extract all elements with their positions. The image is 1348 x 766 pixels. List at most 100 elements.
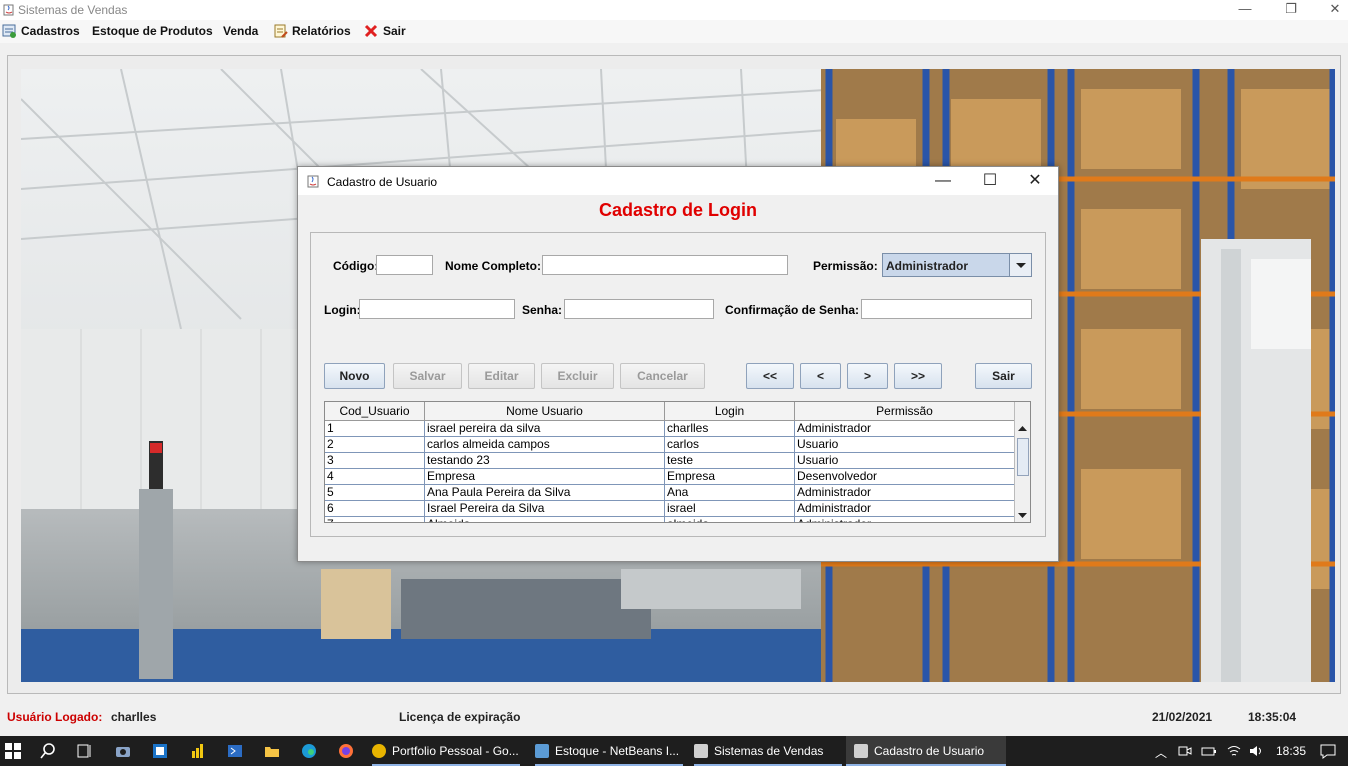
permissao-select[interactable]: Administrador [882, 253, 1032, 277]
scroll-down-icon[interactable] [1015, 508, 1030, 522]
cell-permissao[interactable]: Usuario [795, 453, 1015, 469]
table-row[interactable]: 6 Israel Pereira da Silva israel Administra… [325, 501, 1015, 517]
dialog-maximize-button[interactable]: ☐ [975, 171, 1005, 193]
senha-input[interactable] [564, 299, 714, 319]
cell-login[interactable]: Empresa [665, 469, 795, 485]
cell-cod[interactable]: 3 [325, 453, 425, 469]
menu-sair[interactable]: Sair [364, 23, 406, 41]
nome-label: Nome Completo: [445, 259, 541, 273]
cell-cod[interactable]: 1 [325, 421, 425, 437]
firefox-icon[interactable] [338, 743, 354, 759]
sair-button[interactable]: Sair [975, 363, 1032, 389]
dialog-minimize-button[interactable]: — [928, 171, 958, 193]
taskbar-item-chrome[interactable]: Portfolio Pessoal - Go... [372, 736, 520, 766]
cell-permissao[interactable]: Desenvolvedor [795, 469, 1015, 485]
cancelar-button[interactable]: Cancelar [620, 363, 705, 389]
cell-cod[interactable]: 7 [325, 517, 425, 522]
cell-permissao[interactable]: Administrador [795, 421, 1015, 437]
last-record-button[interactable]: >> [894, 363, 942, 389]
cell-login[interactable]: charlles [665, 421, 795, 437]
taskbar-clock[interactable]: 18:35 [1276, 744, 1306, 758]
cell-permissao[interactable]: Administrador [795, 501, 1015, 517]
column-header-cod[interactable]: Cod_Usuario [325, 402, 425, 421]
menu-estoque[interactable]: Estoque de Produtos [92, 23, 213, 41]
edge-icon[interactable] [301, 743, 317, 759]
first-record-button[interactable]: << [746, 363, 794, 389]
scroll-up-icon[interactable] [1015, 422, 1030, 436]
cell-permissao[interactable]: Usuario [795, 437, 1015, 453]
cell-nome[interactable]: Almeida [425, 517, 665, 522]
cell-permissao[interactable]: Administrador [795, 517, 1015, 522]
table-scrollbar[interactable] [1014, 402, 1030, 522]
cell-nome[interactable]: Empresa [425, 469, 665, 485]
salvar-button[interactable]: Salvar [393, 363, 462, 389]
camera-icon[interactable] [115, 743, 131, 759]
menu-venda[interactable]: Venda [223, 23, 258, 41]
cell-nome[interactable]: testando 23 [425, 453, 665, 469]
java-icon [307, 175, 319, 188]
tray-wifi-icon[interactable] [1226, 744, 1242, 758]
table-row[interactable]: 7AlmeidaalmeidaAdministrador [325, 517, 1015, 522]
tray-battery-icon[interactable] [1201, 744, 1217, 758]
dialog-title-bar[interactable]: Cadastro de Usuario — ☐ ✕ [298, 167, 1058, 195]
column-header-nome[interactable]: Nome Usuario [425, 402, 665, 421]
column-header-login[interactable]: Login [665, 402, 795, 421]
table-row[interactable]: 1 israel pereira da silva charlles Administ… [325, 421, 1015, 437]
cell-cod[interactable]: 4 [325, 469, 425, 485]
users-table[interactable]: Cod_Usuario Nome Usuario Login Permissão… [324, 401, 1031, 523]
cell-login[interactable]: Ana [665, 485, 795, 501]
menu-cadastros[interactable]: Cadastros [2, 23, 80, 41]
cell-nome[interactable]: Israel Pereira da Silva [425, 501, 665, 517]
previous-record-button[interactable]: < [800, 363, 841, 389]
table-row[interactable]: 2 carlos almeida campos carlos Usuario [325, 437, 1015, 453]
editar-button[interactable]: Editar [468, 363, 535, 389]
column-header-permissao[interactable]: Permissão [795, 402, 1015, 421]
scrollbar-thumb[interactable] [1017, 438, 1029, 476]
login-input[interactable] [359, 299, 515, 319]
windows-start-icon[interactable] [5, 743, 21, 759]
cell-cod[interactable]: 6 [325, 501, 425, 517]
powershell-icon[interactable] [227, 743, 243, 759]
notification-icon[interactable] [1320, 743, 1336, 759]
nome-input[interactable] [542, 255, 788, 275]
powerbi-icon[interactable] [190, 743, 206, 759]
cell-nome[interactable]: Ana Paula Pereira da Silva [425, 485, 665, 501]
maximize-button[interactable]: ❐ [1268, 0, 1314, 20]
next-record-button[interactable]: > [847, 363, 888, 389]
logged-user-label: Usuário Logado: [7, 710, 103, 724]
register-icon [2, 24, 16, 38]
table-row[interactable]: 5 Ana Paula Pereira da Silva Ana Administra… [325, 485, 1015, 501]
cell-cod[interactable]: 2 [325, 437, 425, 453]
minimize-button[interactable]: — [1222, 0, 1268, 20]
tray-meet-icon[interactable] [1178, 744, 1192, 758]
tray-chevron-up-icon[interactable]: ︿ [1155, 744, 1167, 761]
task-view-icon[interactable] [77, 743, 93, 759]
dialog-close-button[interactable]: ✕ [1020, 171, 1050, 193]
search-icon[interactable] [40, 743, 56, 759]
cell-login[interactable]: teste [665, 453, 795, 469]
codigo-input[interactable] [376, 255, 433, 275]
cell-nome[interactable]: israel pereira da silva [425, 421, 665, 437]
table-row[interactable]: 4 Empresa Empresa Desenvolvedor [325, 469, 1015, 485]
store-icon[interactable] [152, 743, 168, 759]
taskbar-item-cadastro[interactable]: Cadastro de Usuario [846, 736, 1006, 766]
excluir-button[interactable]: Excluir [541, 363, 614, 389]
novo-button[interactable]: Novo [324, 363, 385, 389]
dropdown-arrow-button[interactable] [1009, 254, 1031, 276]
cell-nome[interactable]: carlos almeida campos [425, 437, 665, 453]
confirmacao-input[interactable] [861, 299, 1032, 319]
cell-login[interactable]: israel [665, 501, 795, 517]
taskbar-item-netbeans[interactable]: Estoque - NetBeans I... [535, 736, 683, 766]
senha-label: Senha: [522, 303, 563, 317]
cell-permissao[interactable]: Administrador [795, 485, 1015, 501]
menu-relatorios[interactable]: Relatórios [273, 23, 351, 41]
close-button[interactable]: ✕ [1312, 0, 1348, 20]
cell-login[interactable]: almeida [665, 517, 795, 522]
cell-login[interactable]: carlos [665, 437, 795, 453]
taskbar-item-sistemas[interactable]: Sistemas de Vendas [694, 736, 842, 766]
table-row[interactable]: 3 testando 23 teste Usuario [325, 453, 1015, 469]
main-title-bar: Sistemas de Vendas — ❐ ✕ [0, 0, 1348, 20]
cell-cod[interactable]: 5 [325, 485, 425, 501]
tray-volume-icon[interactable] [1249, 744, 1265, 758]
file-explorer-icon[interactable] [264, 743, 280, 759]
